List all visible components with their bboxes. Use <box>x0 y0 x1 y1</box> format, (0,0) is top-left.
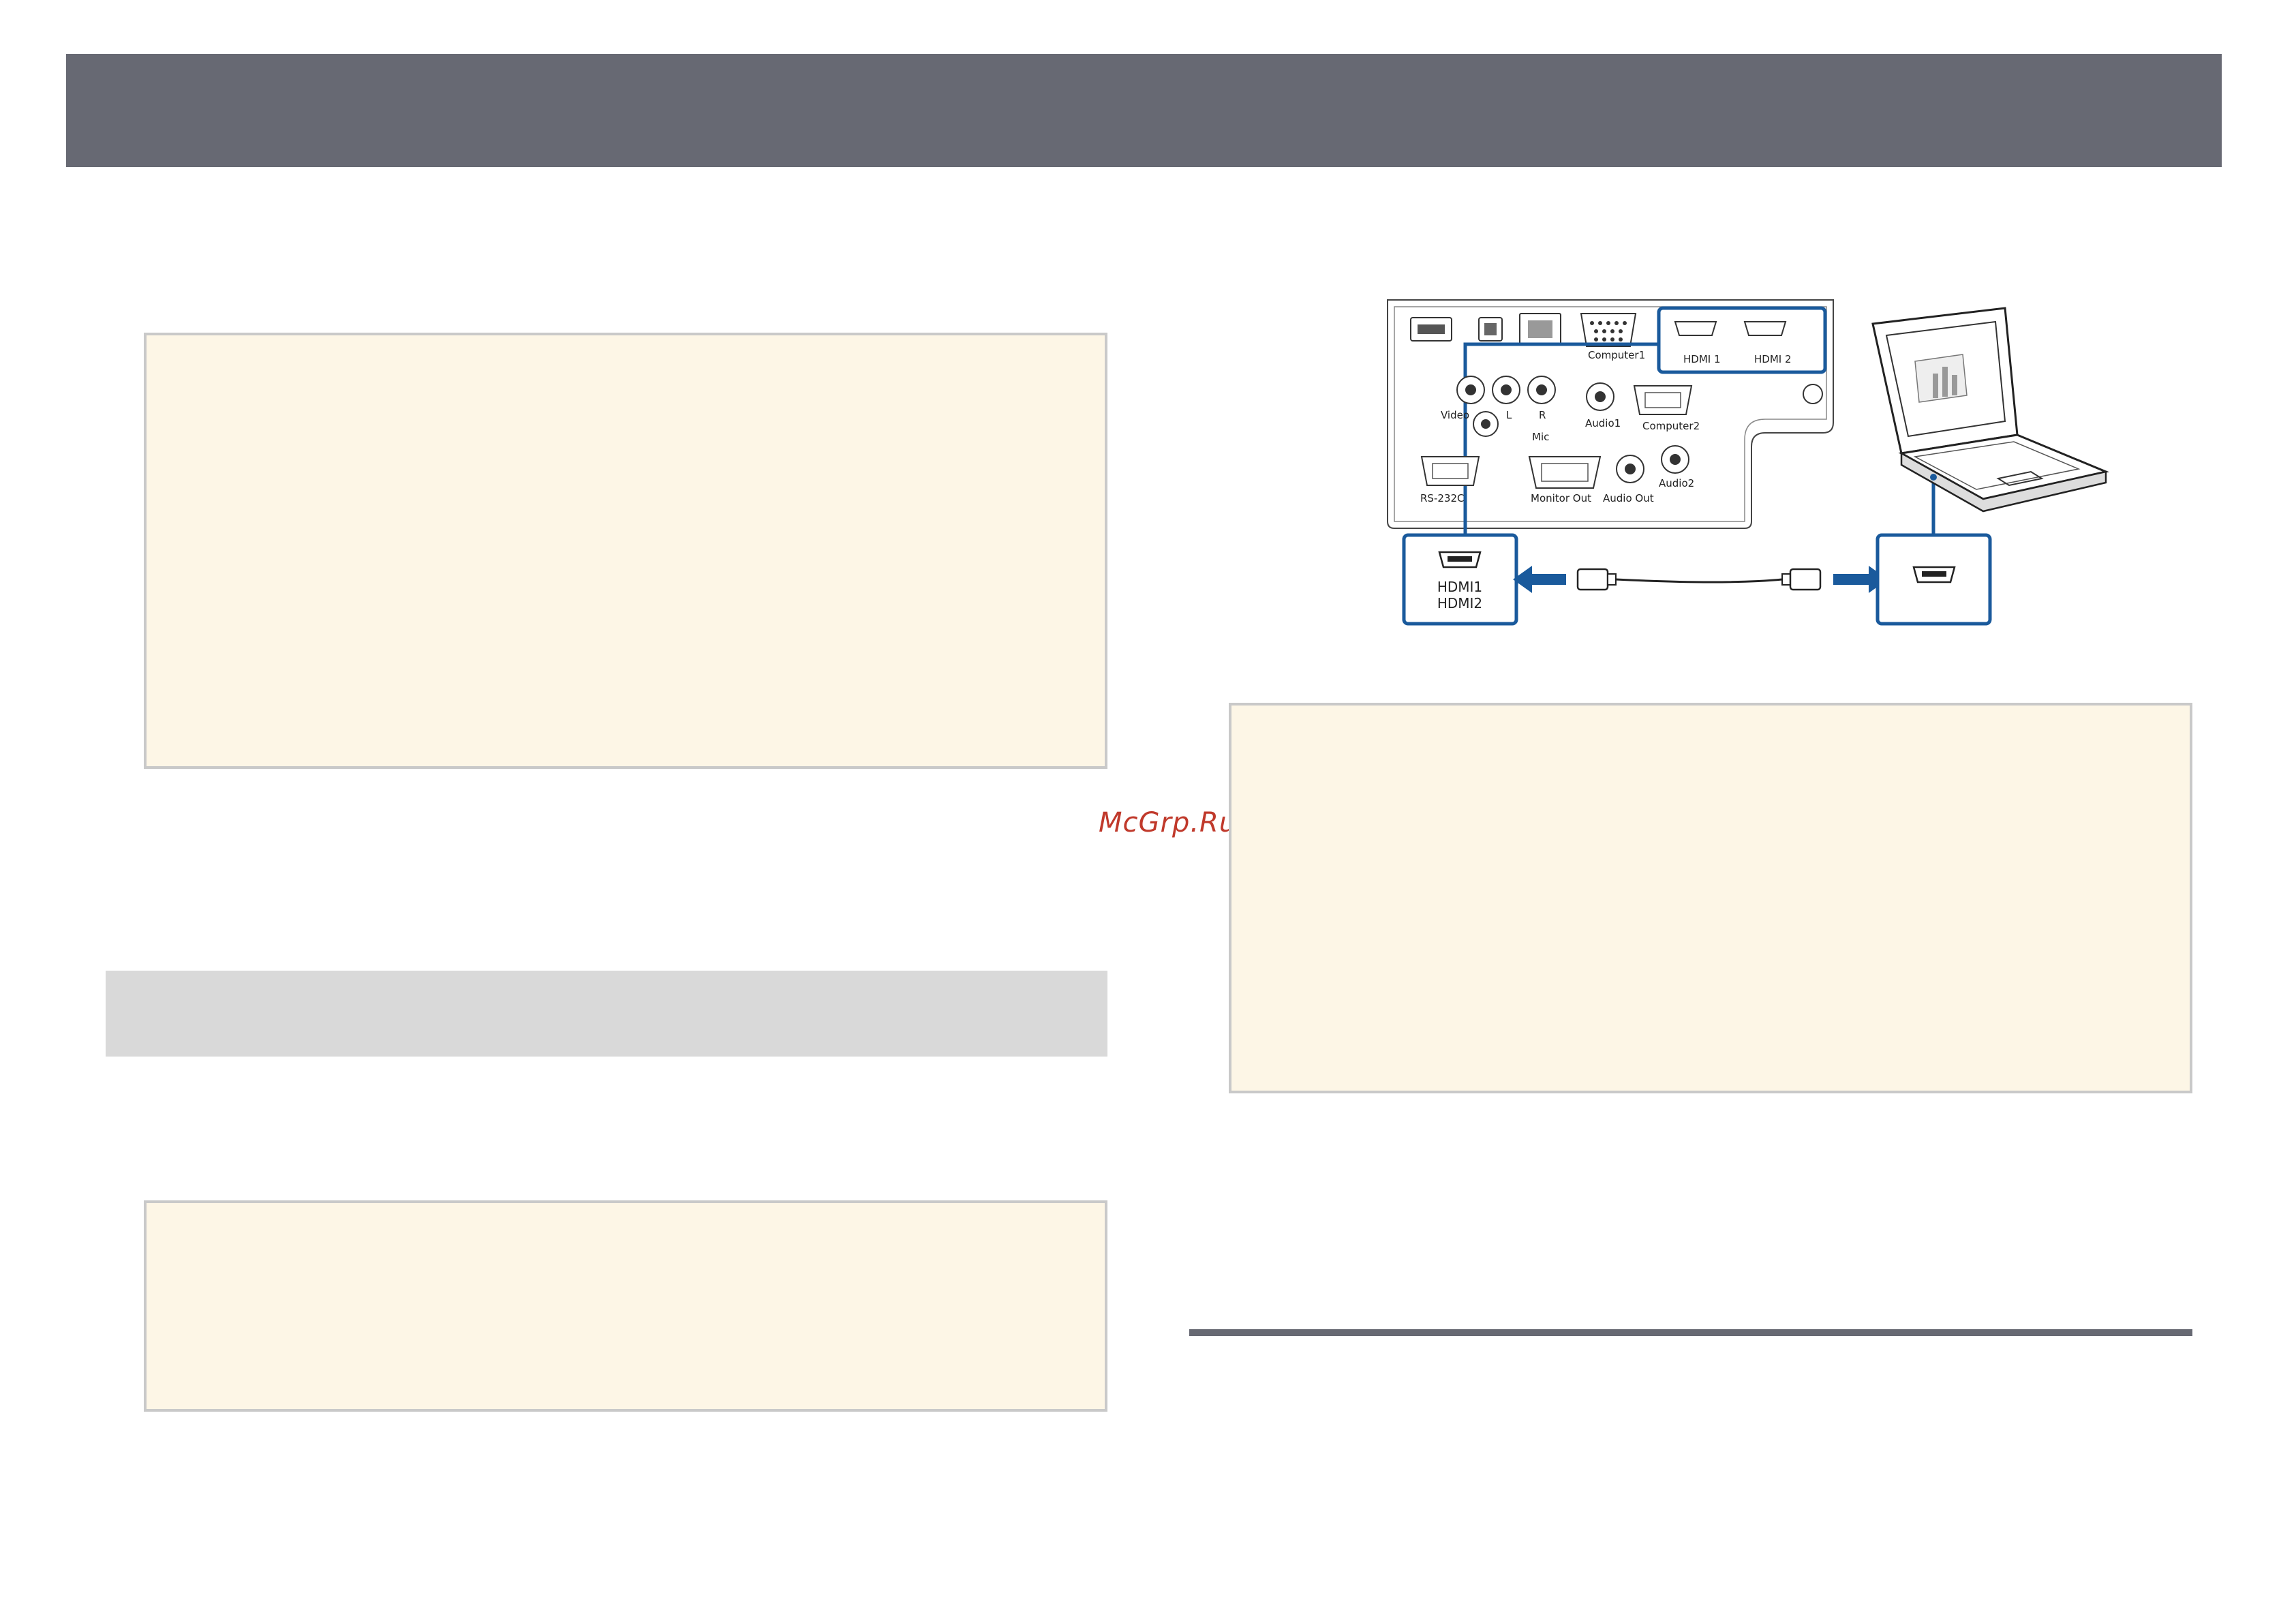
usb-port-icon <box>1410 317 1452 342</box>
callout-label-hdmi2: HDMI2 <box>1437 595 1482 611</box>
label-hdmi2-port: HDMI 2 <box>1754 353 1792 365</box>
label-rs232c: RS-232C <box>1420 492 1464 504</box>
note-box-bottom-left <box>144 1200 1107 1412</box>
hdmi-connection-diagram: Computer1 HDMI 1 HDMI 2 Video L R Mic Au… <box>1383 293 2133 634</box>
label-video: Video <box>1441 409 1469 421</box>
label-audio2: Audio2 <box>1659 477 1694 489</box>
label-computer2: Computer2 <box>1642 420 1700 432</box>
label-hdmi1-port: HDMI 1 <box>1683 353 1721 365</box>
label-audio1: Audio1 <box>1585 417 1621 429</box>
label-mic: Mic <box>1532 431 1549 443</box>
label-audio-out: Audio Out <box>1603 492 1654 504</box>
section-heading-bar <box>106 971 1107 1057</box>
label-computer1: Computer1 <box>1588 349 1645 361</box>
label-monitor-out: Monitor Out <box>1531 492 1591 504</box>
hdmi-cable-icon <box>1576 568 1822 591</box>
label-l: L <box>1506 409 1512 421</box>
note-box-top-left <box>144 333 1107 769</box>
laptop-icon <box>1871 307 2109 513</box>
label-r: R <box>1539 409 1546 421</box>
lan-port-icon <box>1519 313 1561 346</box>
section-divider-rule <box>1189 1329 2192 1336</box>
note-box-right <box>1229 703 2192 1093</box>
arrow-left-icon <box>1513 566 1566 593</box>
vga-port-icon <box>1580 313 1637 347</box>
callout-label-hdmi1: HDMI1 <box>1437 579 1482 595</box>
watermark-text: McGrp.Ru <box>1099 807 1238 838</box>
page-header-bar <box>66 54 2222 167</box>
